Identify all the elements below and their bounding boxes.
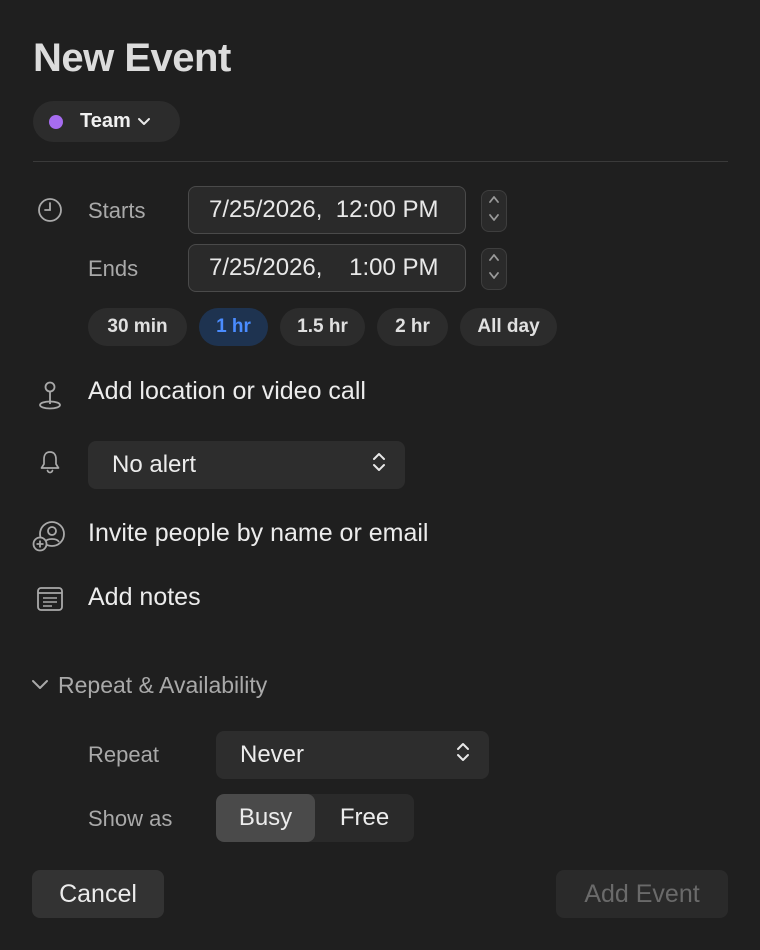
stepper-up-icon[interactable] xyxy=(487,193,501,211)
alert-value: No alert xyxy=(112,451,197,478)
calendar-selector[interactable]: Team xyxy=(33,101,180,142)
start-datetime-field[interactable]: 7/25/2026, 12:00 PM xyxy=(188,186,466,234)
end-time-stepper[interactable] xyxy=(481,248,507,290)
show-as-busy-option[interactable]: Busy xyxy=(216,794,315,842)
clock-icon xyxy=(36,196,64,224)
updown-chevron-icon xyxy=(455,740,471,771)
cancel-button[interactable]: Cancel xyxy=(32,870,164,918)
start-time-stepper[interactable] xyxy=(481,190,507,232)
calendar-name: Team xyxy=(80,110,131,132)
calendar-color-dot xyxy=(49,114,63,129)
chevron-down-icon xyxy=(31,677,49,695)
starts-label: Starts xyxy=(88,198,146,223)
page-title: New Event xyxy=(33,36,231,80)
end-datetime-field[interactable]: 7/25/2026, 1:00 PM xyxy=(188,244,466,292)
location-field[interactable]: Add location or video call xyxy=(88,377,366,406)
updown-chevron-icon xyxy=(371,450,387,481)
repeat-select[interactable]: Never xyxy=(216,731,489,779)
show-as-free-option[interactable]: Free xyxy=(315,794,414,842)
duration-1-5hr-button[interactable]: 1.5 hr xyxy=(280,308,365,346)
invite-field[interactable]: Invite people by name or email xyxy=(88,519,428,548)
add-event-button[interactable]: Add Event xyxy=(556,870,728,918)
duration-30min-button[interactable]: 30 min xyxy=(88,308,187,346)
ends-label: Ends xyxy=(88,256,139,281)
chevron-down-icon xyxy=(137,117,151,127)
section-title: Repeat & Availability xyxy=(58,672,268,698)
duration-allday-button[interactable]: All day xyxy=(460,308,557,346)
add-person-icon xyxy=(32,518,66,552)
notes-icon xyxy=(36,586,64,612)
repeat-value: Never xyxy=(240,741,305,768)
alert-select[interactable]: No alert xyxy=(88,441,405,489)
stepper-up-icon[interactable] xyxy=(487,251,501,269)
repeat-label: Repeat xyxy=(88,742,159,767)
duration-1hr-button[interactable]: 1 hr xyxy=(199,308,268,346)
stepper-down-icon[interactable] xyxy=(487,269,501,287)
start-datetime-value: 7/25/2026, 12:00 PM xyxy=(209,196,439,223)
show-as-segmented-control[interactable]: Busy Free xyxy=(216,794,414,842)
show-as-label: Show as xyxy=(88,806,173,831)
stepper-down-icon[interactable] xyxy=(487,211,501,229)
end-datetime-value: 7/25/2026, 1:00 PM xyxy=(209,254,439,281)
duration-2hr-button[interactable]: 2 hr xyxy=(377,308,448,346)
repeat-availability-toggle[interactable]: Repeat & Availability xyxy=(31,672,267,699)
divider xyxy=(33,161,728,162)
notes-field[interactable]: Add notes xyxy=(88,583,201,612)
bell-icon xyxy=(37,448,63,476)
location-pin-icon xyxy=(36,378,64,412)
